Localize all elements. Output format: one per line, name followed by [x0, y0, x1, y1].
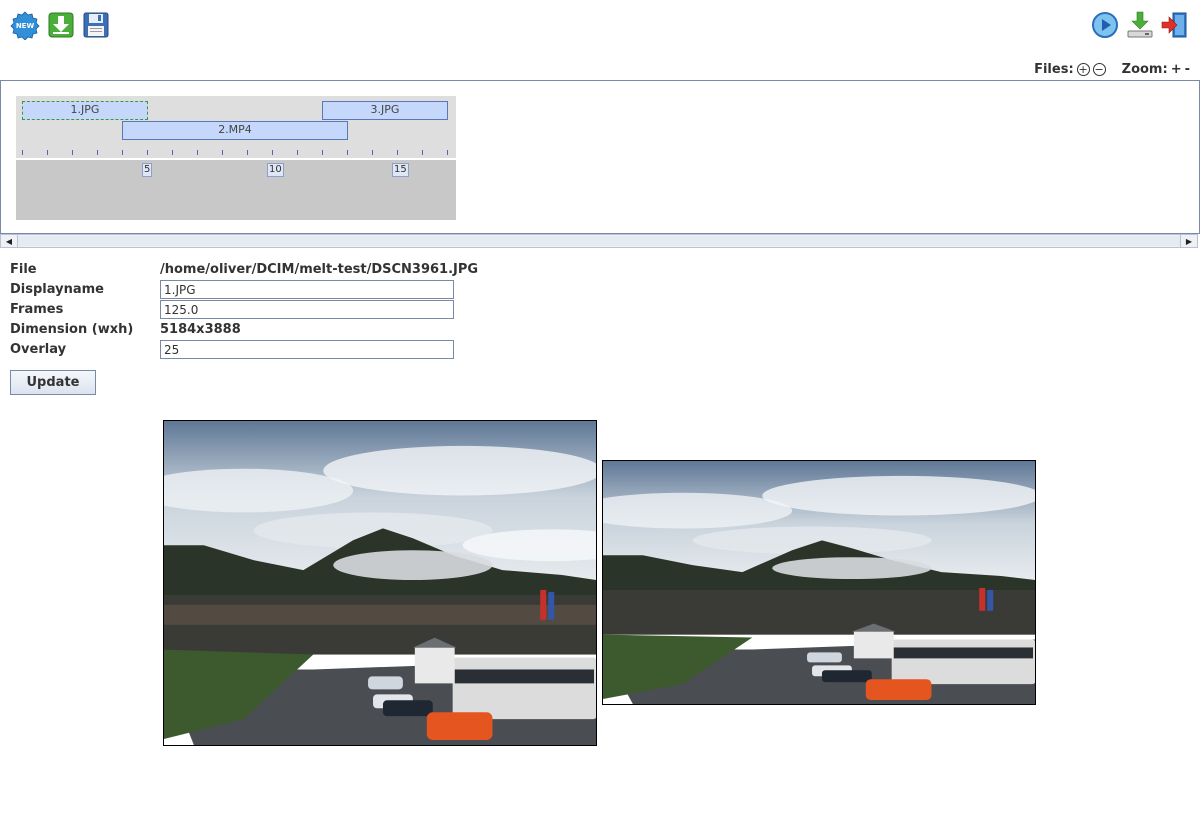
ruler-tick [372, 150, 373, 155]
zoom-out-button[interactable]: - [1185, 62, 1190, 77]
ruler-tick [172, 150, 173, 155]
frames-input[interactable] [160, 300, 454, 319]
ruler-tick [222, 150, 223, 155]
ruler-tick [447, 150, 448, 155]
file-label: File [10, 262, 37, 277]
exit-icon [1161, 12, 1187, 38]
timeline-clip[interactable]: 2.MP4 [122, 121, 348, 140]
remove-file-icon[interactable]: − [1092, 63, 1106, 76]
scrollbar-thumb[interactable] [18, 236, 1180, 246]
timeline-scrollbar[interactable]: ◀ ▶ [0, 234, 1198, 248]
exit-button[interactable] [1160, 10, 1190, 40]
timeline-clip[interactable]: 3.JPG [322, 101, 448, 120]
scroll-left-arrow-icon[interactable]: ◀ [1, 235, 18, 247]
overlay-label: Overlay [10, 342, 67, 357]
ruler-tick [147, 150, 148, 155]
scroll-right-arrow-icon[interactable]: ▶ [1180, 235, 1197, 247]
frames-label: Frames [10, 302, 64, 317]
update-button[interactable]: Update [10, 370, 96, 395]
timeline-ruler [16, 160, 456, 220]
download-icon [1127, 11, 1153, 38]
displayname-label: Displayname [10, 282, 104, 297]
timeline-clip[interactable]: 1.JPG [22, 101, 148, 120]
timeline-track-area: 1.JPG 3.JPG 2.MP4 5 10 15 [16, 96, 456, 220]
ruler-tick [347, 150, 348, 155]
ruler-tick [322, 150, 323, 155]
file-path-value: /home/oliver/DCIM/melt-test/DSCN3961.JPG [160, 262, 479, 277]
ruler-tick [122, 150, 123, 155]
files-zoom-controls: Files: + − Zoom: + - [1034, 62, 1190, 77]
dimension-value: 5184x3888 [160, 322, 241, 337]
ruler-tick [47, 150, 48, 155]
ruler-label: 15 [392, 163, 409, 177]
ruler-tick [247, 150, 248, 155]
download-button[interactable] [1125, 10, 1155, 40]
play-icon [1092, 12, 1118, 38]
new-icon: NEW [10, 11, 40, 40]
ruler-tick [397, 150, 398, 155]
displayname-input[interactable] [160, 280, 454, 299]
current-preview-image [163, 420, 597, 746]
dimension-label: Dimension (wxh) [10, 322, 134, 337]
import-button[interactable] [46, 10, 76, 40]
ruler-tick [97, 150, 98, 155]
zoom-label: Zoom: [1121, 62, 1168, 77]
ruler-tick [297, 150, 298, 155]
ruler-tick [72, 150, 73, 155]
ruler-tick [272, 150, 273, 155]
ruler-tick [22, 150, 23, 155]
overlay-input[interactable] [160, 340, 454, 359]
svg-text:NEW: NEW [16, 22, 35, 30]
ruler-tick [197, 150, 198, 155]
save-button[interactable] [81, 10, 111, 40]
files-label: Files: [1034, 62, 1074, 77]
timeline-panel: 1.JPG 3.JPG 2.MP4 5 10 15 [0, 80, 1200, 234]
save-icon [83, 12, 109, 38]
ruler-tick [422, 150, 423, 155]
next-preview-image [602, 460, 1036, 705]
zoom-in-button[interactable]: + [1171, 62, 1182, 77]
play-button[interactable] [1090, 10, 1120, 40]
ruler-label: 10 [267, 163, 284, 177]
ruler-label: 5 [142, 163, 153, 177]
new-button[interactable]: NEW [10, 10, 40, 40]
add-file-icon[interactable]: + [1076, 63, 1090, 76]
import-icon [48, 12, 74, 38]
